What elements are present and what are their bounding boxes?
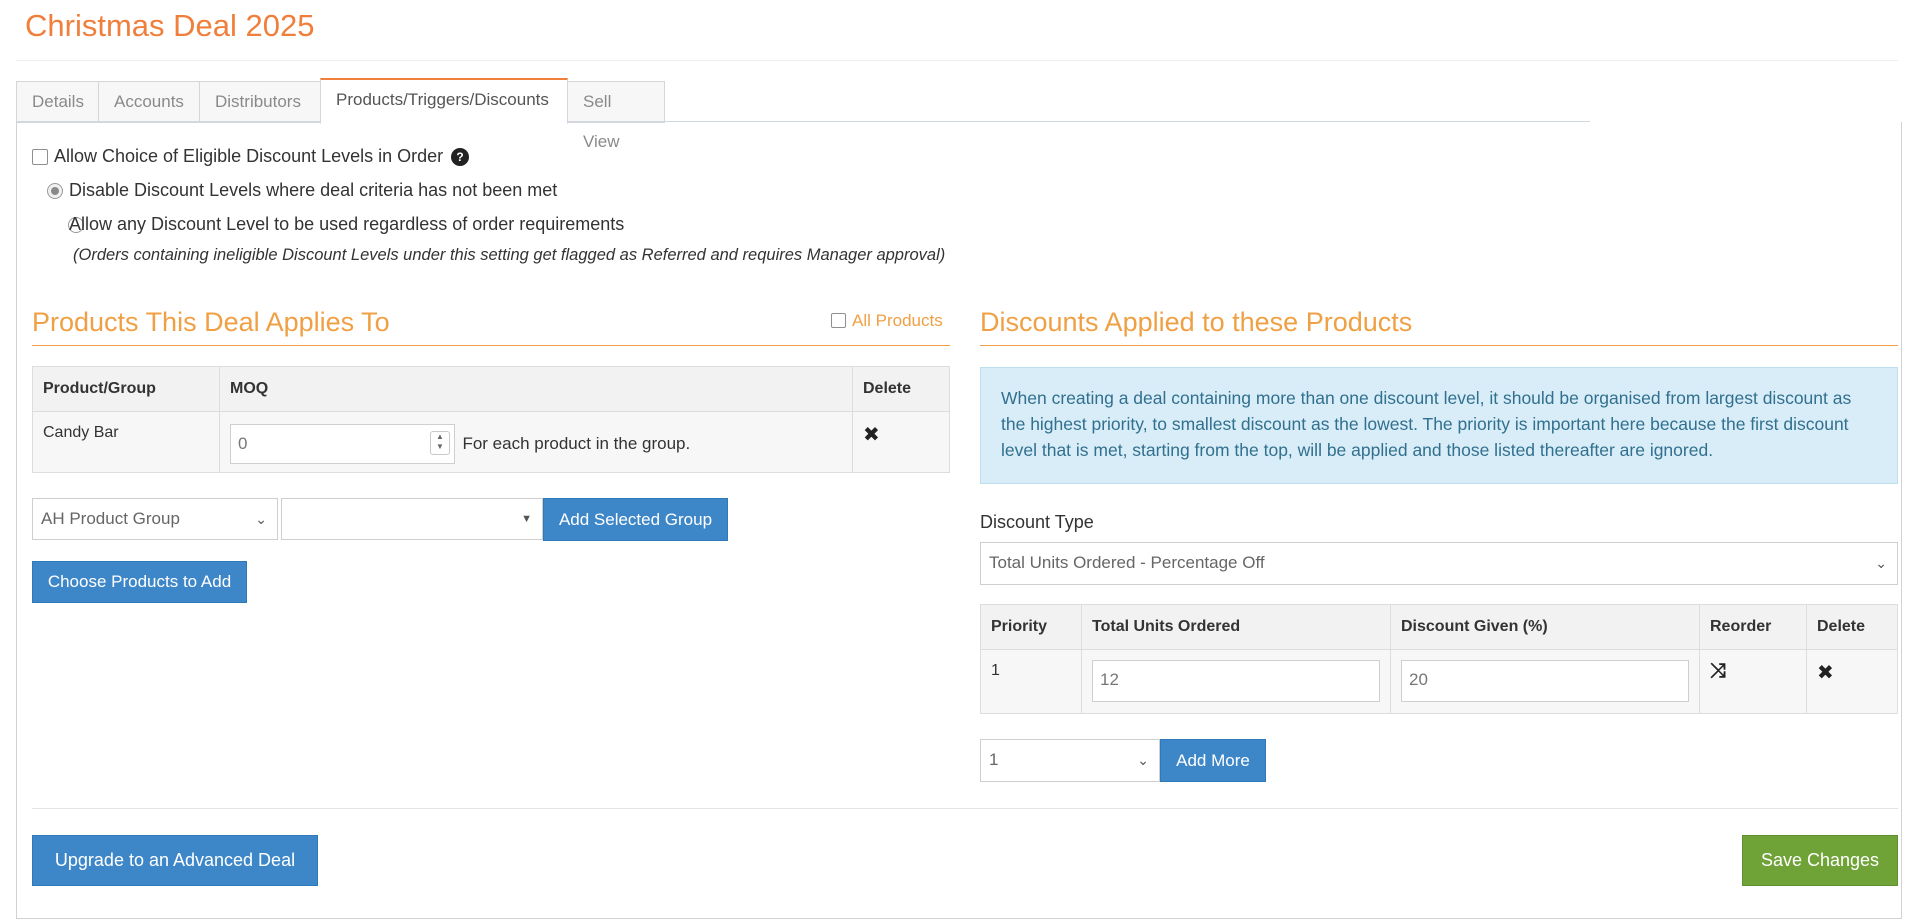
total-units-cell: 12 xyxy=(1081,649,1391,714)
column-header-moq: MOQ xyxy=(219,366,853,412)
add-more-button[interactable]: Add More xyxy=(1160,739,1266,782)
products-section-title: Products This Deal Applies To xyxy=(32,307,390,337)
column-header-reorder: Reorder xyxy=(1699,604,1807,650)
all-products-label: All Products xyxy=(852,311,943,330)
moq-input[interactable]: 0 ▲ ▼ xyxy=(230,424,455,464)
chevron-down-icon: ⌄ xyxy=(1137,752,1149,768)
product-group-item-select[interactable]: ▼ xyxy=(281,498,543,540)
product-name: Candy Bar xyxy=(32,411,220,473)
discount-priority-info: When creating a deal containing more tha… xyxy=(980,367,1898,484)
column-header-discount-given: Discount Given (%) xyxy=(1390,604,1700,650)
add-count-select[interactable]: 1 ⌄ xyxy=(980,739,1160,782)
help-icon[interactable]: ? xyxy=(451,148,469,166)
add-selected-group-button[interactable]: Add Selected Group xyxy=(543,498,728,541)
column-header-total-units: Total Units Ordered xyxy=(1081,604,1391,650)
discount-type-label: Discount Type xyxy=(980,512,1094,532)
allow-choice-label: Allow Choice of Eligible Discount Levels… xyxy=(54,146,444,166)
product-group-select[interactable]: AH Product Group ⌄ xyxy=(32,498,278,540)
allow-any-level-label: Allow any Discount Level to be used rega… xyxy=(69,214,625,234)
tab-distributors[interactable]: Distributors xyxy=(199,81,338,123)
discounts-section-divider xyxy=(980,345,1898,346)
delete-cell: ✖ xyxy=(852,411,950,473)
products-table: Product/Group MOQ Delete Candy Bar 0 ▲ ▼ … xyxy=(32,366,950,473)
allow-choice-checkbox[interactable] xyxy=(32,149,48,165)
caret-down-icon: ▼ xyxy=(521,513,532,525)
discount-table-header: Priority Total Units Ordered Discount Gi… xyxy=(980,604,1898,650)
column-header-delete: Delete xyxy=(852,366,950,412)
reorder-cell: ⤨ xyxy=(1699,649,1807,714)
table-row: Candy Bar 0 ▲ ▼ For each product in the g… xyxy=(32,411,950,473)
discount-levels-table: Priority Total Units Ordered Discount Gi… xyxy=(980,604,1898,714)
discount-type-select-value: Total Units Ordered - Percentage Off xyxy=(989,553,1265,572)
chevron-down-icon: ⌄ xyxy=(1875,555,1887,571)
moq-suffix: For each product in the group. xyxy=(462,434,691,453)
total-units-input[interactable]: 12 xyxy=(1092,660,1380,702)
upgrade-advanced-deal-button[interactable]: Upgrade to an Advanced Deal xyxy=(32,835,318,886)
discount-given-cell: 20 xyxy=(1390,649,1700,714)
chevron-down-icon: ⌄ xyxy=(255,511,267,527)
moq-spinner[interactable]: ▲ ▼ xyxy=(430,431,450,455)
column-header-delete: Delete xyxy=(1806,604,1898,650)
disable-levels-radio[interactable] xyxy=(47,183,63,199)
footer-divider xyxy=(32,808,1898,809)
discounts-section-title: Discounts Applied to these Products xyxy=(980,307,1413,337)
tab-sell-view[interactable]: Sell View xyxy=(567,81,665,151)
products-section-divider xyxy=(32,345,950,346)
priority-value: 1 xyxy=(980,649,1082,714)
moq-input-value: 0 xyxy=(238,434,248,453)
tab-accounts[interactable]: Accounts xyxy=(98,81,200,123)
referral-note: (Orders containing ineligible Discount L… xyxy=(73,246,946,264)
choose-products-button[interactable]: Choose Products to Add xyxy=(32,561,247,603)
disable-levels-label: Disable Discount Levels where deal crite… xyxy=(69,180,558,200)
page-title: Christmas Deal 2025 xyxy=(25,8,315,43)
moq-cell: 0 ▲ ▼ For each product in the group. xyxy=(219,411,853,473)
column-header-product: Product/Group xyxy=(32,366,220,412)
add-count-select-value: 1 xyxy=(989,750,999,769)
shuffle-icon[interactable]: ⤨ xyxy=(1710,660,1726,682)
delete-discount-icon[interactable]: ✖ xyxy=(1817,662,1834,684)
title-divider xyxy=(16,60,1898,61)
delete-product-icon[interactable]: ✖ xyxy=(863,424,880,446)
discount-type-select[interactable]: Total Units Ordered - Percentage Off ⌄ xyxy=(980,542,1898,585)
delete-cell: ✖ xyxy=(1806,649,1898,714)
product-group-select-value: AH Product Group xyxy=(41,509,180,528)
tab-details[interactable]: Details xyxy=(16,81,99,123)
tab-products-triggers-discounts[interactable]: Products/Triggers/Discounts xyxy=(320,78,568,124)
save-changes-button[interactable]: Save Changes xyxy=(1742,835,1898,886)
column-header-priority: Priority xyxy=(980,604,1082,650)
discount-given-input[interactable]: 20 xyxy=(1401,660,1689,702)
products-table-header: Product/Group MOQ Delete xyxy=(32,366,950,412)
all-products-checkbox[interactable] xyxy=(831,313,846,328)
table-row: 1 12 20 ⤨ ✖ xyxy=(980,649,1898,714)
